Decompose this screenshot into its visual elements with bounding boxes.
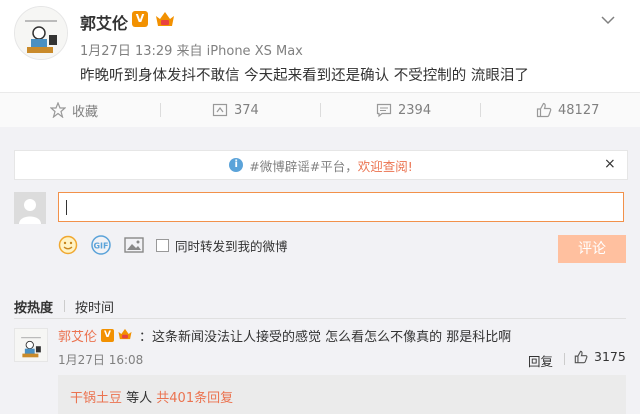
avatar-illustration [15,7,67,59]
divider [64,300,65,312]
verified-badge-icon: V [132,11,148,27]
rumor-notice: i #微博辟谣#平台， 欢迎查阅! [14,150,628,180]
comment-button[interactable]: 2394 [376,93,431,127]
comment-icon [376,103,392,118]
like-count: 48127 [558,102,600,118]
comment-count: 2394 [398,102,432,118]
comment-author[interactable]: 郭艾伦 [58,326,97,345]
sub-reply-count-link[interactable]: 共401条回复 [156,391,233,406]
notice-text: #微博辟谣#平台， [249,158,358,174]
comment-date: 1月27日 16:08 [58,353,144,367]
action-bar: 收藏 374 2394 48127 [0,93,640,128]
repost-icon [212,103,228,117]
chevron-down-icon[interactable] [601,10,615,25]
repost-option[interactable]: 同时转发到我的微博 [156,236,288,255]
like-button[interactable]: 48127 [536,93,599,127]
comment-input[interactable] [58,192,624,222]
author-name[interactable]: 郭艾伦 [80,10,128,34]
divider [564,353,565,365]
image-icon[interactable] [124,236,144,254]
thumbs-up-icon [574,350,588,363]
my-avatar [14,192,46,224]
gif-icon[interactable]: GIF [90,235,112,255]
repost-button[interactable]: 374 [212,93,259,127]
comment-like-count: 3175 [594,349,626,364]
vip-crown-icon [117,327,133,345]
sub-reply-author[interactable]: 干锅土豆 [70,391,122,406]
reply-button[interactable]: 回复 [528,351,553,370]
emoji-icon[interactable] [58,235,78,255]
post-meta: 1月27日 13:29 来自 iPhone XS Max [80,44,303,59]
favorite-label: 收藏 [72,104,99,120]
author-avatar[interactable] [14,6,68,60]
notice-link[interactable]: 欢迎查阅! [358,156,413,175]
thumbs-up-icon [536,102,552,118]
divider [14,318,626,319]
text-caret [66,200,67,215]
info-icon: i [229,158,244,172]
sort-by-hot-tab[interactable]: 按热度 [14,297,53,316]
comment-text: ：这条新闻没法让人接受的感觉 怎么看怎么不像真的 那是科比啊 [139,330,512,345]
sub-reply-middle: 等人 [122,391,157,406]
comment-like-button[interactable]: 3175 [574,349,626,364]
sort-by-time-tab[interactable]: 按时间 [75,297,114,316]
favorite-button[interactable]: 收藏 [50,93,98,127]
repost-option-label: 同时转发到我的微博 [175,238,288,254]
submit-comment-button[interactable]: 评论 [558,235,626,263]
close-icon[interactable]: × [604,156,616,172]
star-icon [50,102,66,118]
comment-line: 郭艾伦 V ：这条新闻没法让人接受的感觉 怎么看怎么不像真的 那是科比啊 [58,326,511,345]
repost-count: 374 [234,102,259,118]
comment-avatar[interactable] [14,328,48,362]
post-text: 昨晚听到身体发抖不敢信 今天起来看到还是确认 不受控制的 流眼泪了 [80,68,529,84]
sub-replies-summary: 干锅土豆 等人 共401条回复 [70,387,233,406]
repost-checkbox[interactable] [156,238,169,252]
comment-toolbar: GIF 同时转发到我的微博 [58,235,300,255]
gif-label: GIF [93,242,108,251]
verified-badge-icon: V [101,329,115,342]
vip-crown-icon [154,10,176,28]
